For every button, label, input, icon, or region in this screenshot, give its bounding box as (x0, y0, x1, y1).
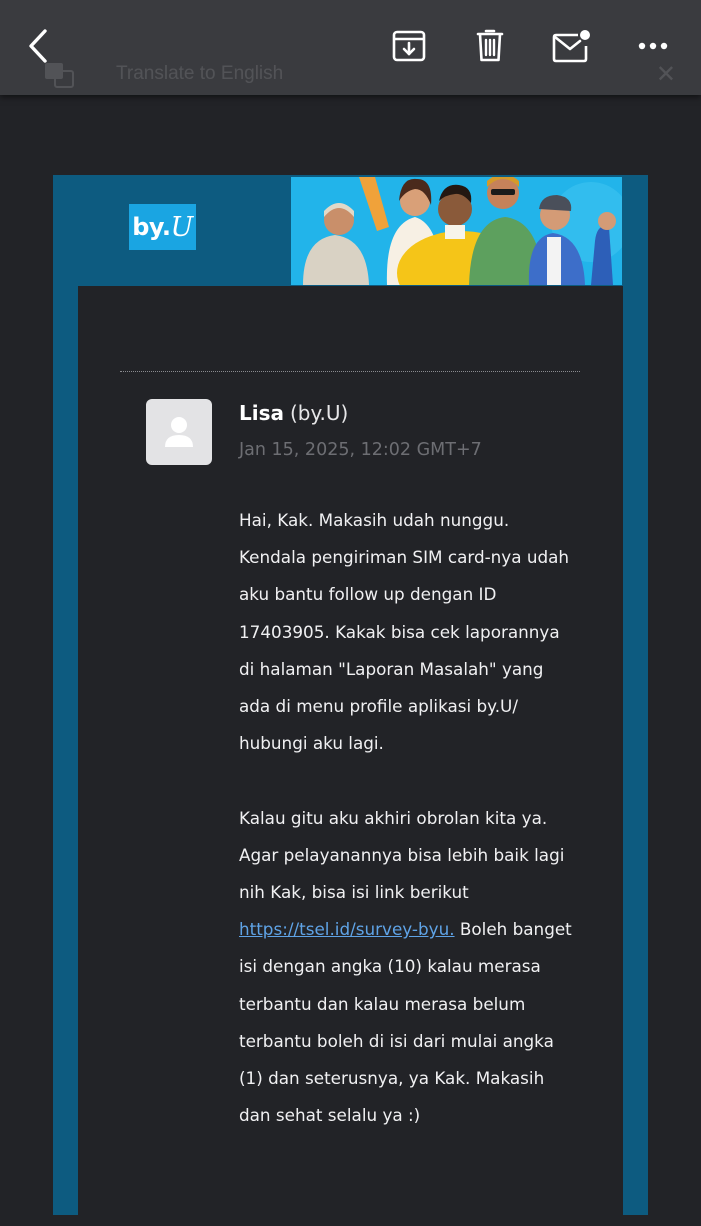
body-line: Agar pelayanannya bisa lebih baik lagi (239, 844, 565, 865)
logo-suffix: U (170, 211, 193, 243)
after-link-text: Boleh banget (454, 919, 572, 940)
delete-icon (476, 29, 504, 62)
body-line: isi dengan angka (10) kalau merasa (239, 956, 541, 977)
body-line: (1) dan seterusnya, ya Kak. Makasih (239, 1068, 545, 1089)
mark-unread-button[interactable] (548, 22, 596, 70)
translate-label[interactable]: Translate to English (116, 63, 283, 85)
body-line: Kalau gitu aku akhiri obrolan kita ya. (239, 807, 548, 828)
person-icon (165, 417, 193, 447)
top-toolbar: Translate to English ✕ (0, 0, 701, 95)
sender-name: Lisa (239, 401, 284, 425)
more-icon (638, 42, 668, 50)
back-icon (29, 29, 47, 63)
brand-area: by. U (53, 175, 291, 287)
archive-button[interactable] (385, 22, 433, 70)
archive-icon (392, 30, 426, 62)
back-button[interactable] (14, 22, 62, 70)
survey-link[interactable]: https://tsel.id/survey-byu. (239, 919, 455, 939)
body-line: terbantu boleh di isi dari mulai angka (239, 1030, 554, 1051)
logo-prefix: by. (132, 213, 171, 241)
body-line: Hai, Kak. Makasih udah nunggu. (239, 510, 510, 530)
mark-unread-icon (552, 30, 590, 63)
email-content-card: Lisa (by.U) Jan 15, 2025, 12:02 GMT+7 Hai… (78, 286, 623, 1226)
sender-org: (by.U) (290, 401, 349, 425)
body-line: Kendala pengiriman SIM card-nya udah (239, 547, 570, 568)
header-banner-image (291, 177, 622, 285)
byu-logo: by. U (129, 204, 196, 250)
body-line: dan sehat selalu ya :) (239, 1105, 421, 1126)
email-frame: by. U Lisa (by.U) Jan 15, 2025, 12:02 GM… (53, 175, 648, 1226)
body-line: di halaman "Laporan Masalah" yang (239, 658, 544, 679)
delete-button[interactable] (466, 22, 514, 70)
email-body: Hai, Kak. Makasih udah nunggu. Kendala p… (239, 502, 589, 1134)
content-divider (120, 371, 580, 372)
body-line: 17403905. Kakak bisa cek laporannya (239, 621, 560, 642)
sender-line: Lisa (by.U) (239, 401, 348, 425)
people-illustration (291, 177, 622, 285)
body-line: ada di menu profile aplikasi by.U/ (239, 696, 518, 717)
email-timestamp: Jan 15, 2025, 12:02 GMT+7 (239, 440, 482, 460)
body-line-with-link: https://tsel.id/survey-byu. Boleh banget (239, 911, 589, 948)
sender-avatar (146, 399, 212, 465)
body-line: hubungi aku lagi. (239, 733, 384, 754)
body-line: nih Kak, bisa isi link berikut (239, 882, 469, 903)
body-line: terbantu dan kalau merasa belum (239, 993, 526, 1014)
more-options-button[interactable] (629, 22, 677, 70)
body-line: aku bantu follow up dengan ID (239, 584, 497, 605)
